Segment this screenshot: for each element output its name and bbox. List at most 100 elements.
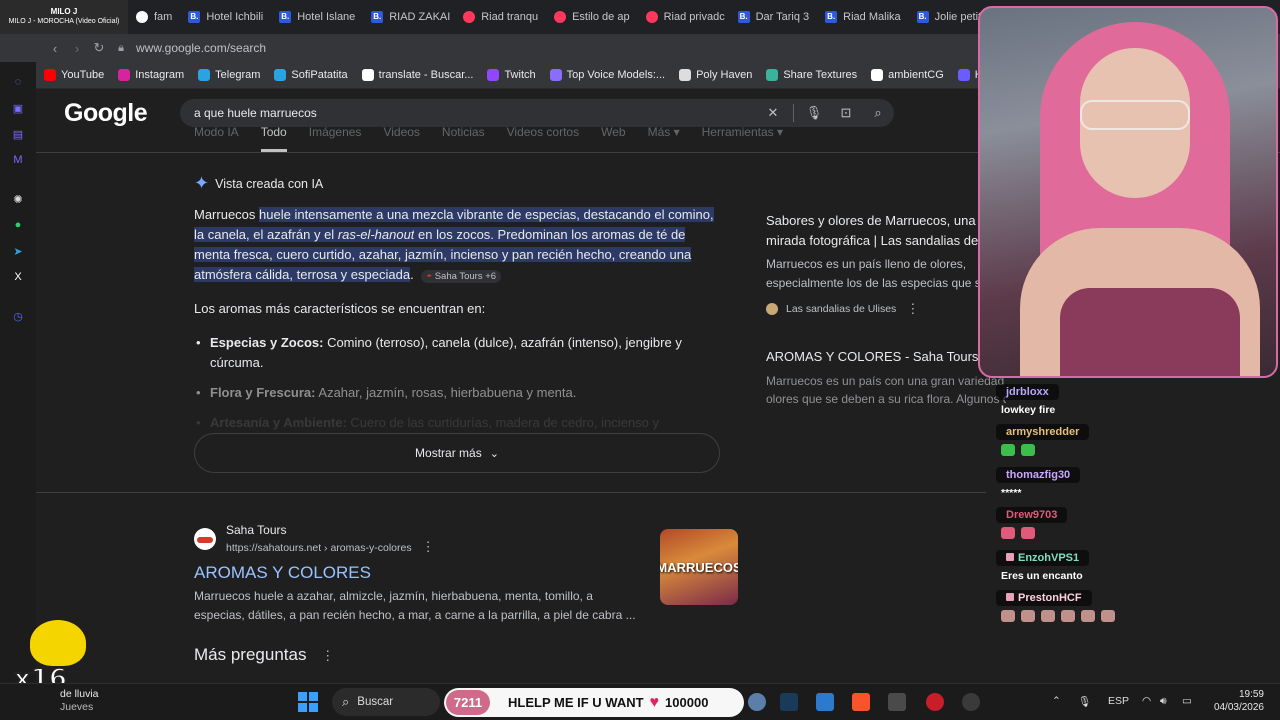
bookmark-item[interactable]: Share Textures xyxy=(766,69,857,81)
chat-username[interactable]: PrestonHCF xyxy=(996,590,1092,606)
calculator-app-icon[interactable] xyxy=(888,693,906,711)
search-tab[interactable]: Videos cortos xyxy=(507,126,580,153)
now-playing-overlay: MILO J MILO J - MOROCHA (Video Oficial) xyxy=(0,0,128,34)
x-icon[interactable]: X xyxy=(10,269,26,285)
saha-tours-icon: ◓ xyxy=(426,271,433,282)
notes-icon[interactable]: ▤ xyxy=(10,126,26,142)
browser-tab[interactable]: Riad tranqu xyxy=(455,4,546,30)
reload-button-icon[interactable]: ↻ xyxy=(88,40,110,56)
mail-icon[interactable]: M xyxy=(10,152,26,168)
browser-tab[interactable]: B. RIAD ZAKAI xyxy=(363,4,455,30)
steam-app-icon[interactable] xyxy=(780,693,798,711)
clear-icon[interactable]: ✕ xyxy=(757,105,789,121)
chatgpt-app-icon[interactable] xyxy=(962,693,980,711)
source-card[interactable]: AROMAS Y COLORES - Saha Tours Marruecos … xyxy=(766,349,1006,408)
browser-tab[interactable]: B. Hotel Islane xyxy=(271,4,363,30)
extension-icon[interactable]: ▣ xyxy=(10,100,26,116)
browser-tab[interactable]: B. Riad Malika xyxy=(817,4,908,30)
browser-tab-label: Riad privadc xyxy=(663,11,725,23)
source-card-title-line[interactable]: mirada fotográfica | Las sandalias de xyxy=(766,231,1006,251)
history-icon[interactable]: ◌ xyxy=(10,74,26,90)
search-tab[interactable]: Imágenes xyxy=(309,126,362,153)
search-input[interactable]: a que huele marruecos xyxy=(194,106,757,120)
chat-text: ***** xyxy=(996,487,1266,499)
chat-username[interactable]: thomazfig30 xyxy=(996,467,1081,483)
voice-search-icon[interactable]: 🎙︎ xyxy=(798,105,830,121)
source-card[interactable]: Sabores y olores de Marruecos, una mirad… xyxy=(766,211,1006,317)
search-tab[interactable]: Web xyxy=(601,126,625,153)
whatsapp-icon[interactable]: ● xyxy=(10,217,26,233)
show-more-button[interactable]: Mostrar más ⌄ xyxy=(194,433,720,473)
lens-icon[interactable]: ⊡ xyxy=(830,105,862,121)
bookmark-item[interactable]: Poly Haven xyxy=(679,69,752,81)
telegram-icon[interactable]: ➤ xyxy=(10,243,26,259)
sparkle-icon: ✦ xyxy=(194,173,210,193)
search-icon[interactable]: ⌕ xyxy=(862,105,894,121)
tray-chevron-icon[interactable]: ⌃ xyxy=(1052,695,1061,707)
browser-tab-label: Dar Tariq 3 xyxy=(755,11,810,23)
chat-username[interactable]: armyshredder xyxy=(996,424,1090,440)
weather-day: Jueves xyxy=(60,701,94,713)
bookmark-item[interactable]: translate - Buscar... xyxy=(361,69,473,81)
notepad-app-icon[interactable] xyxy=(816,693,834,711)
browser-tab[interactable]: fam xyxy=(128,4,180,30)
bookmark-item[interactable]: Telegram xyxy=(198,69,260,81)
obs-app-icon[interactable] xyxy=(926,693,944,711)
weather-widget[interactable]: de lluvia Jueves xyxy=(60,688,99,714)
battery-icon[interactable]: ▭ xyxy=(1182,695,1192,707)
search-box[interactable]: a que huele marruecos ✕ 🎙︎ ⊡ ⌕ xyxy=(180,99,894,127)
forward-button-icon[interactable]: › xyxy=(66,41,88,56)
bookmark-item[interactable]: Twitch xyxy=(487,69,536,81)
site-info-icon[interactable]: 🔒︎ xyxy=(110,42,132,55)
wifi-icon[interactable]: ◠ xyxy=(1142,695,1151,707)
bullet-text: Azahar, jazmín, rosas, hierbabuena y men… xyxy=(315,385,577,400)
source-card-title[interactable]: AROMAS Y COLORES - Saha Tours xyxy=(766,349,1006,364)
brave-app-icon[interactable] xyxy=(852,693,870,711)
source-chip[interactable]: ◓ Saha Tours +6 xyxy=(421,270,502,283)
browser-tab[interactable]: Riad privadc xyxy=(638,4,730,30)
chat-username[interactable]: jdrbloxx xyxy=(996,384,1059,400)
chat-username-text: armyshredder xyxy=(1006,426,1080,438)
browser-tab[interactable]: B. Hotel Ichbili xyxy=(180,4,271,30)
source-card-snippet: olores que se deben a su rica flora. Alg… xyxy=(766,392,1006,406)
ai-text-highlight-italic[interactable]: ras-el-hanout xyxy=(337,227,415,242)
bookmark-item[interactable]: Instagram xyxy=(118,69,184,81)
bookmark-item[interactable]: YouTube xyxy=(44,69,104,81)
bookmark-label: Share Textures xyxy=(783,69,858,81)
more-options-icon[interactable]: ⋮ xyxy=(321,648,334,663)
bookmark-label: ambientCG xyxy=(888,69,944,81)
settings-app-icon[interactable] xyxy=(748,693,766,711)
chat-emote-icon xyxy=(1001,444,1015,456)
chat-username[interactable]: Drew9703 xyxy=(996,507,1068,523)
more-options-icon[interactable]: ⋮ xyxy=(422,539,435,554)
bookmark-item[interactable]: SofiPatatita xyxy=(274,69,348,81)
bookmark-item[interactable]: ambientCG xyxy=(871,69,944,81)
google-logo[interactable]: Google xyxy=(64,99,148,128)
search-tab[interactable]: Herramientas ▾ xyxy=(702,126,783,153)
browser-tab[interactable]: Estilo de ap xyxy=(546,4,637,30)
volume-icon[interactable]: 🔊︎ xyxy=(1160,695,1167,708)
clock[interactable]: 19:59 04/03/2026 xyxy=(1210,688,1264,714)
clock-icon[interactable]: ◷ xyxy=(10,308,26,324)
bookmark-item[interactable]: Top Voice Models:... xyxy=(549,69,665,81)
result-thumbnail[interactable]: MARRUECOS xyxy=(660,529,738,605)
chat-username[interactable]: EnzohVPS1 xyxy=(996,550,1090,566)
search-tab[interactable]: Videos xyxy=(383,126,419,153)
search-tab[interactable]: Noticias xyxy=(442,126,485,153)
search-tab[interactable]: Modo IA xyxy=(194,126,239,153)
source-card-title-line[interactable]: Sabores y olores de Marruecos, una xyxy=(766,211,1006,231)
more-options-icon[interactable]: ⋮ xyxy=(906,301,919,317)
ai-overview-header: ✦ Vista creada con IA xyxy=(194,173,323,194)
browser-tab-label: Hotel Ichbili xyxy=(206,11,264,23)
bookmark-label: Instagram xyxy=(135,69,185,81)
browser-tab[interactable]: B. Dar Tariq 3 xyxy=(730,4,818,30)
language-indicator[interactable]: ESP xyxy=(1108,695,1129,707)
taskbar-search[interactable]: ⌕ Buscar xyxy=(332,688,440,716)
search-tab[interactable]: Todo xyxy=(260,126,287,152)
microphone-icon[interactable]: 🎙︎ xyxy=(1078,695,1091,708)
url-field[interactable]: www.google.com/search xyxy=(136,41,266,55)
search-tab[interactable]: Más ▾ xyxy=(648,126,680,153)
back-button-icon[interactable]: ‹ xyxy=(44,41,66,56)
chatgpt-icon[interactable]: ✺ xyxy=(10,191,26,207)
start-button-icon[interactable] xyxy=(298,692,318,712)
